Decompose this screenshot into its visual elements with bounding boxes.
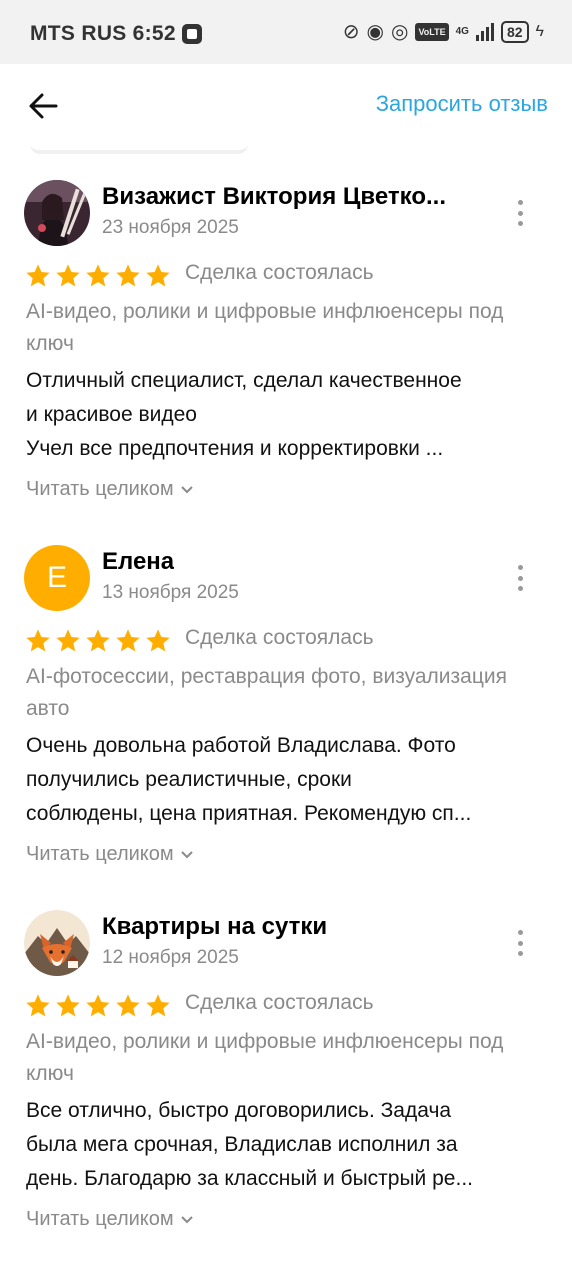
read-more-button[interactable]: Читать целиком	[26, 1208, 194, 1231]
star-icon	[56, 629, 80, 652]
previous-card-edge	[30, 144, 248, 154]
star-icon	[86, 264, 110, 287]
star-icon	[146, 629, 170, 652]
request-review-link[interactable]: Запросить отзыв	[376, 91, 548, 117]
deal-status: Сделка состоялась	[185, 261, 374, 284]
review-text: Все отлично, быстро договорились. Задача…	[26, 1094, 546, 1196]
avatar	[24, 910, 90, 976]
review-service: AI-фотосессии, реставрация фото, визуали…	[26, 665, 507, 720]
review-text-line: день. Благодарю за классный и быстрый ре…	[26, 1167, 473, 1190]
star-icon	[116, 629, 140, 652]
eye-icon: ◉	[366, 21, 384, 43]
read-more-label: Читать целиком	[26, 478, 174, 500]
status-bar-right: ⊘ ◉ ◎ VoLTE 4G 82 ϟ	[343, 20, 544, 44]
review-text: Отличный специалист, сделал качественное…	[26, 364, 546, 466]
review-text-line: Очень довольна работой Владислава. Фото	[26, 734, 456, 757]
rating-stars	[24, 992, 172, 1020]
rating-stars	[24, 262, 172, 290]
review-text-line: Учел все предпочтения и корректировки ..…	[26, 437, 444, 460]
status-bar: MTS RUS 6:52 ⊘ ◉ ◎ VoLTE 4G 82 ϟ	[0, 0, 572, 64]
review-date: 23 ноября 2025	[102, 217, 239, 238]
star-icon	[116, 264, 140, 287]
review-card: Квартиры на сутки 12 ноября 2025 Сделка …	[0, 910, 572, 1250]
review-card: Е Елена 13 ноября 2025 Сделка состоялась…	[0, 545, 572, 885]
star-icon	[146, 994, 170, 1017]
review-date: 13 ноября 2025	[102, 582, 239, 603]
chevron-down-icon	[180, 850, 193, 858]
clock: 6:52	[132, 22, 176, 45]
review-date: 12 ноября 2025	[102, 947, 239, 968]
review-text-line: Все отлично, быстро договорились. Задача	[26, 1099, 452, 1122]
review-service: AI-видео, ролики и цифровые инфлюенсеры …	[26, 300, 504, 355]
back-button[interactable]	[22, 86, 66, 126]
app-bar: Запросить отзыв	[0, 64, 572, 148]
review-author[interactable]: Квартиры на сутки	[102, 913, 327, 941]
chevron-down-icon	[180, 485, 193, 493]
star-icon	[56, 264, 80, 287]
fox-logo-icon	[24, 910, 90, 976]
review-text-line: получились реалистичные, сроки	[26, 768, 352, 791]
review-service: AI-видео, ролики и цифровые инфлюенсеры …	[26, 1030, 504, 1085]
carrier-name: MTS RUS	[30, 22, 127, 45]
battery-icon: 82	[500, 21, 529, 43]
rating-stars	[24, 627, 172, 655]
status-bar-left: MTS RUS 6:52	[30, 22, 202, 46]
review-text-line: соблюдены, цена приятная. Рекомендую сп.…	[26, 802, 472, 825]
read-more-button[interactable]: Читать целиком	[26, 843, 194, 866]
star-icon	[26, 264, 50, 287]
star-icon	[26, 994, 50, 1017]
speed-icon: ⊘	[342, 21, 360, 43]
avatar-photo-icon	[24, 180, 90, 246]
chevron-down-icon	[180, 1215, 193, 1223]
app-notification-icon	[181, 24, 202, 44]
read-more-label: Читать целиком	[26, 843, 174, 865]
review-author[interactable]: Елена	[102, 548, 174, 576]
review-card: Визажист Виктория Цветко... 23 ноября 20…	[0, 180, 572, 520]
star-icon	[86, 994, 110, 1017]
more-options-button[interactable]	[510, 200, 530, 226]
star-icon	[116, 994, 140, 1017]
review-author[interactable]: Визажист Виктория Цветко...	[102, 183, 446, 211]
deal-status: Сделка состоялась	[185, 991, 374, 1014]
star-icon	[26, 629, 50, 652]
review-text-line: и красивое видео	[26, 403, 197, 426]
charging-icon: ϟ	[535, 23, 544, 40]
star-icon	[86, 629, 110, 652]
avatar	[24, 180, 90, 246]
deal-status: Сделка состоялась	[185, 626, 374, 649]
more-options-button[interactable]	[510, 565, 530, 591]
review-text: Очень довольна работой Владислава. Фото …	[26, 729, 546, 831]
arrow-left-icon	[29, 93, 58, 119]
star-icon	[146, 264, 170, 287]
review-text-line: Отличный специалист, сделал качественное	[26, 369, 462, 392]
signal-icon	[475, 23, 494, 41]
more-options-button[interactable]	[510, 930, 530, 956]
hotspot-icon: ◎	[390, 21, 409, 43]
review-text-line: была мега срочная, Владислав исполнил за	[26, 1133, 458, 1156]
read-more-button[interactable]: Читать целиком	[26, 478, 194, 501]
network-type-icon: 4G	[455, 26, 469, 37]
star-icon	[56, 994, 80, 1017]
volte-icon: VoLTE	[415, 23, 449, 41]
avatar: Е	[24, 545, 90, 611]
read-more-label: Читать целиком	[26, 1208, 174, 1230]
